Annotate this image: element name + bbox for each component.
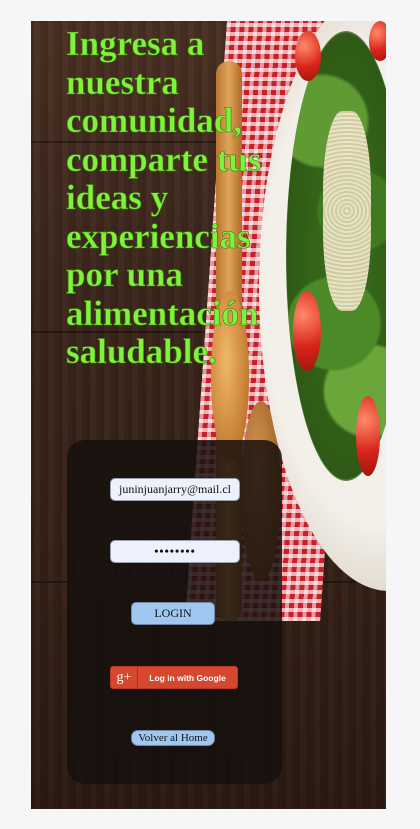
google-login-button[interactable]: g+ Log in with Google (110, 666, 238, 689)
google-plus-icon: g+ (111, 667, 138, 688)
tomato (356, 396, 380, 476)
back-home-button[interactable]: Volver al Home (131, 730, 215, 746)
noodles (323, 111, 371, 311)
login-panel: LOGIN g+ Log in with Google Volver al Ho… (67, 440, 282, 784)
app-screen: Ingresa a nuestra comunidad, comparte tu… (31, 21, 386, 809)
google-login-label: Log in with Google (149, 672, 226, 683)
password-input[interactable] (110, 540, 240, 563)
hero-headline: Ingresa a nuestra comunidad, comparte tu… (66, 24, 262, 371)
email-input[interactable] (110, 478, 240, 501)
tomato (295, 31, 321, 81)
tomato (369, 21, 386, 61)
login-button[interactable]: LOGIN (131, 602, 215, 625)
tomato (293, 291, 321, 371)
